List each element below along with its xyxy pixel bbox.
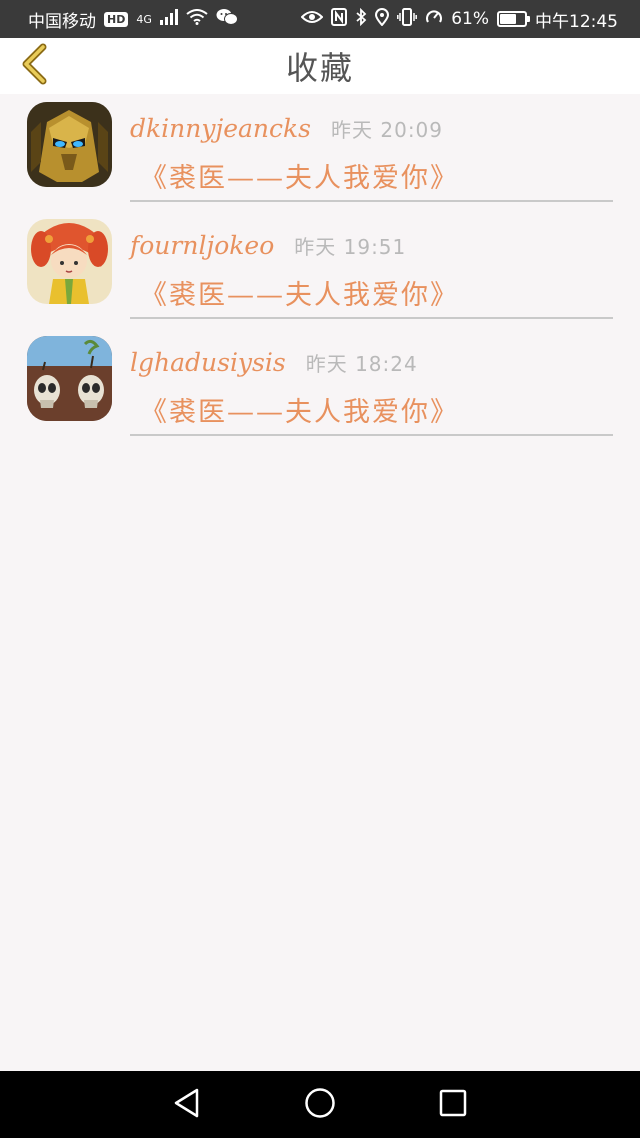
avatar: [27, 219, 112, 304]
page-title: 收藏: [285, 49, 354, 87]
vibrate-icon: [397, 7, 418, 31]
timestamp: 昨天 18:24: [305, 352, 418, 376]
list-item[interactable]: lghadusiysis 昨天 18:24 《裘医——夫人我爱你》: [0, 328, 640, 445]
wechat-icon: [216, 8, 238, 31]
app-header: 收藏: [0, 38, 640, 94]
battery-level: [500, 14, 516, 24]
clock: 中午12:45: [535, 11, 618, 32]
wifi-icon: [186, 8, 208, 30]
triangle-back-icon: [173, 1088, 201, 1122]
divider: [130, 200, 613, 202]
timestamp: 昨天 20:09: [331, 118, 444, 142]
bluetooth-icon: [355, 7, 367, 31]
back-button[interactable]: [14, 43, 54, 89]
favorite-title[interactable]: 《裘医——夫人我爱你》: [140, 273, 459, 312]
carrier-name: 中国移动: [28, 11, 96, 32]
circle-home-icon: [304, 1087, 336, 1123]
favorites-list: dkinnyjeancks 昨天 20:09 《裘医——夫人我爱你》 fourn…: [0, 94, 640, 445]
divider: [130, 434, 613, 436]
location-icon: [375, 7, 390, 31]
list-item[interactable]: dkinnyjeancks 昨天 20:09 《裘医——夫人我爱你》: [0, 94, 640, 211]
battery-icon: [497, 11, 530, 27]
nav-home-button[interactable]: [295, 1080, 345, 1130]
item-header: fournljokeo 昨天 19:51: [130, 231, 406, 260]
chevron-left-icon: [19, 43, 49, 89]
timestamp: 昨天 19:51: [294, 235, 407, 259]
item-header: dkinnyjeancks 昨天 20:09: [130, 114, 443, 143]
avatar: [27, 336, 112, 421]
data-saver-icon: [425, 8, 443, 31]
avatar: [27, 102, 112, 187]
list-item[interactable]: fournljokeo 昨天 19:51 《裘医——夫人我爱你》: [0, 211, 640, 328]
item-header: lghadusiysis 昨天 18:24: [130, 348, 418, 377]
status-bar-right: 61% 中午12:45: [300, 7, 618, 32]
battery-percent: 61%: [451, 9, 489, 29]
username[interactable]: dkinnyjeancks: [130, 114, 311, 143]
nav-recents-button[interactable]: [428, 1080, 478, 1130]
nfc-icon: [331, 7, 348, 31]
status-bar: 中国移动 HD 4G 61% 中午12:45: [0, 0, 640, 38]
square-recents-icon: [439, 1089, 467, 1121]
network-type: 4G: [136, 12, 152, 26]
username[interactable]: lghadusiysis: [130, 348, 286, 377]
favorite-title[interactable]: 《裘医——夫人我爱你》: [140, 156, 459, 195]
nav-back-button[interactable]: [162, 1080, 212, 1130]
favorite-title[interactable]: 《裘医——夫人我爱你》: [140, 390, 459, 429]
eye-icon: [300, 9, 324, 29]
username[interactable]: fournljokeo: [130, 231, 274, 260]
signal-icon: [159, 8, 178, 30]
hd-badge: HD: [104, 11, 129, 27]
divider: [130, 317, 613, 319]
status-bar-left: 中国移动 HD 4G: [28, 7, 238, 32]
system-nav-bar: [0, 1071, 640, 1138]
